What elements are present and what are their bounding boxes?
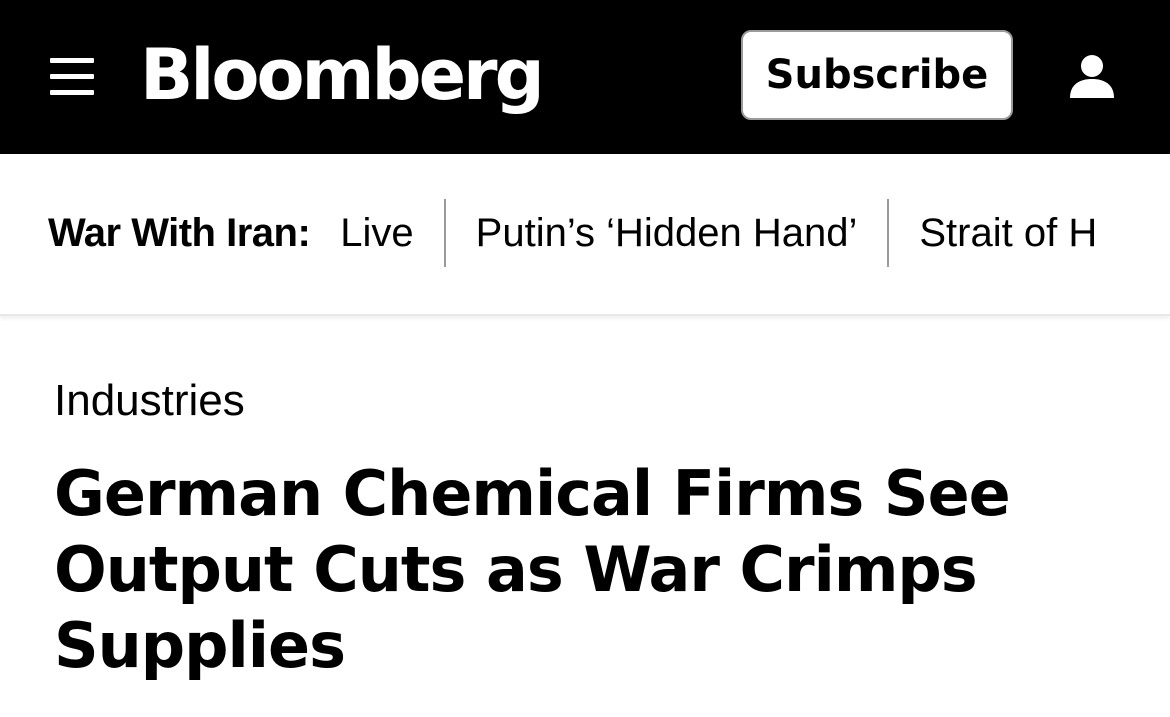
subscribe-button[interactable]: Subscribe: [741, 30, 1013, 120]
nav-divider: [443, 199, 446, 267]
article-headline: German Chemical Firms See Output Cuts as…: [54, 457, 1011, 682]
bloomberg-logo[interactable]: Bloomberg: [140, 30, 545, 120]
top-header-bar: Bloomberg Subscribe: [0, 0, 1170, 154]
article-section-label[interactable]: Industries: [54, 374, 245, 428]
nav-divider: [887, 199, 890, 267]
hamburger-menu-icon[interactable]: [50, 58, 94, 96]
topic-nav-row: War With Iran: Live Putin’s ‘Hidden Hand…: [48, 198, 1097, 268]
user-account-icon[interactable]: [1064, 52, 1120, 100]
topic-label: War With Iran:: [48, 210, 311, 255]
nav-link-putins-hidden-hand[interactable]: Putin’s ‘Hidden Hand’: [476, 211, 858, 256]
nav-link-live[interactable]: Live: [340, 211, 413, 256]
topic-nav-bar: War With Iran: Live Putin’s ‘Hidden Hand…: [0, 154, 1170, 316]
nav-link-strait-of-hormuz[interactable]: Strait of H: [919, 211, 1097, 256]
